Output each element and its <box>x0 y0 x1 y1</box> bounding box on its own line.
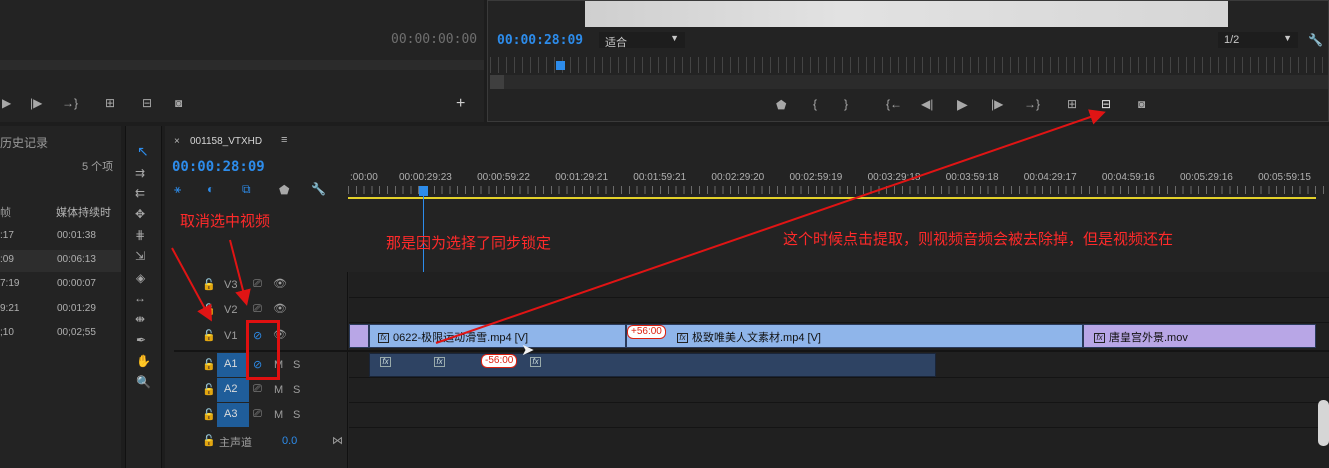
arrow-to-v1 <box>171 247 212 322</box>
vertical-scrollbar[interactable] <box>1318 400 1329 446</box>
arrow-to-v2 <box>229 239 251 306</box>
arrow-to-extract <box>435 109 1106 344</box>
annotation-arrows <box>171 109 1106 344</box>
